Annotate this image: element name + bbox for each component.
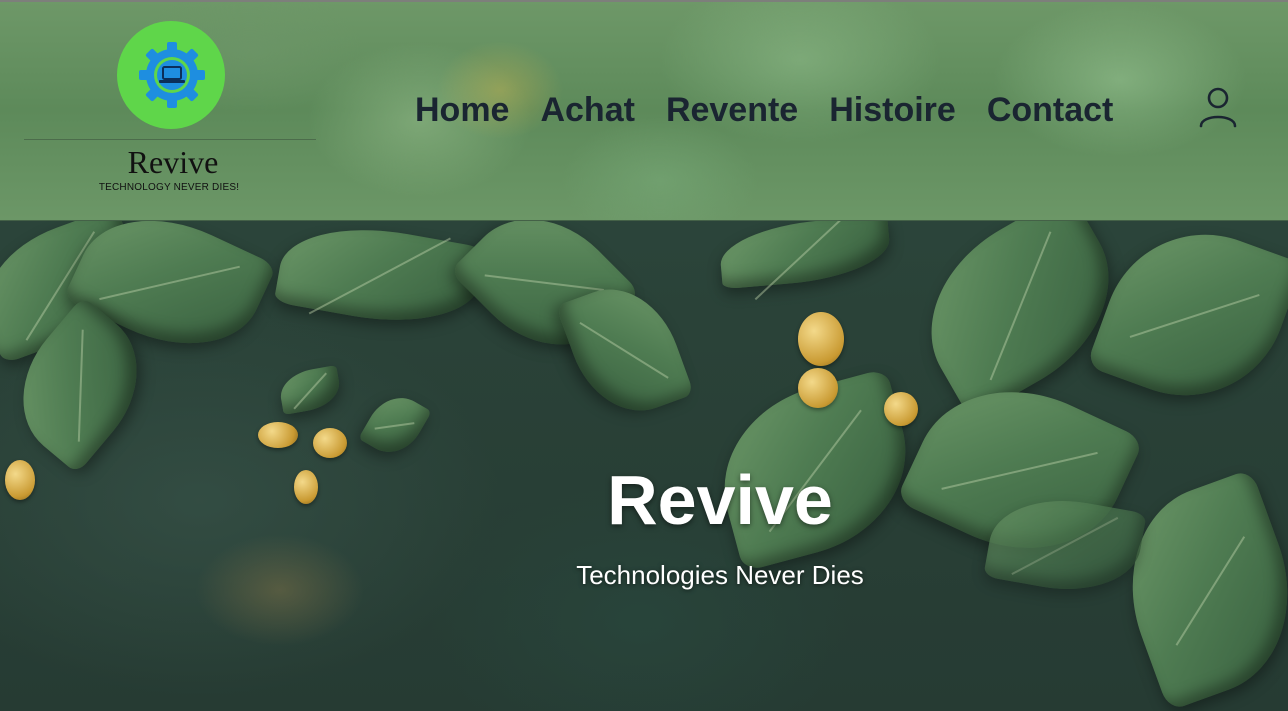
- header-top-border: [0, 0, 1288, 2]
- berry-decoration: [258, 422, 298, 448]
- user-icon: [1199, 87, 1237, 128]
- nav-item-achat[interactable]: Achat: [540, 91, 634, 130]
- logo-name: Revive: [127, 144, 219, 180]
- main-navigation: Home Achat Revente Histoire Contact: [400, 88, 1113, 132]
- account-button[interactable]: [1196, 86, 1240, 130]
- berry-decoration: [294, 470, 318, 504]
- nav-item-contact[interactable]: Contact: [987, 91, 1114, 130]
- logo-divider: [24, 139, 316, 140]
- berry-decoration: [798, 368, 838, 408]
- berry-decoration: [313, 428, 347, 458]
- site-logo[interactable]: Revive TECHNOLOGY NEVER DIES!: [24, 20, 316, 200]
- hero-title: Revive: [607, 461, 833, 539]
- berry-decoration: [5, 460, 35, 500]
- berry-decoration: [798, 312, 844, 366]
- leaf-decoration: [273, 213, 487, 337]
- leaf-decoration: [358, 386, 432, 464]
- leaf-decoration: [276, 365, 344, 415]
- logo-tagline: TECHNOLOGY NEVER DIES!: [98, 182, 240, 193]
- hero-subtitle: Technologies Never Dies: [576, 560, 864, 590]
- leaf-decoration: [717, 214, 893, 290]
- leaf-decoration: [1086, 206, 1288, 424]
- nav-item-home[interactable]: Home: [415, 91, 509, 130]
- gear-laptop-logo-icon: [139, 42, 205, 108]
- leaf-decoration: [1100, 468, 1288, 711]
- nav-item-histoire[interactable]: Histoire: [829, 91, 956, 130]
- berry-decoration: [884, 392, 918, 426]
- nav-item-revente[interactable]: Revente: [666, 91, 798, 130]
- page: Revive TECHNOLOGY NEVER DIES! Home Achat…: [0, 0, 1288, 711]
- site-header: Revive TECHNOLOGY NEVER DIES! Home Achat…: [0, 0, 1288, 221]
